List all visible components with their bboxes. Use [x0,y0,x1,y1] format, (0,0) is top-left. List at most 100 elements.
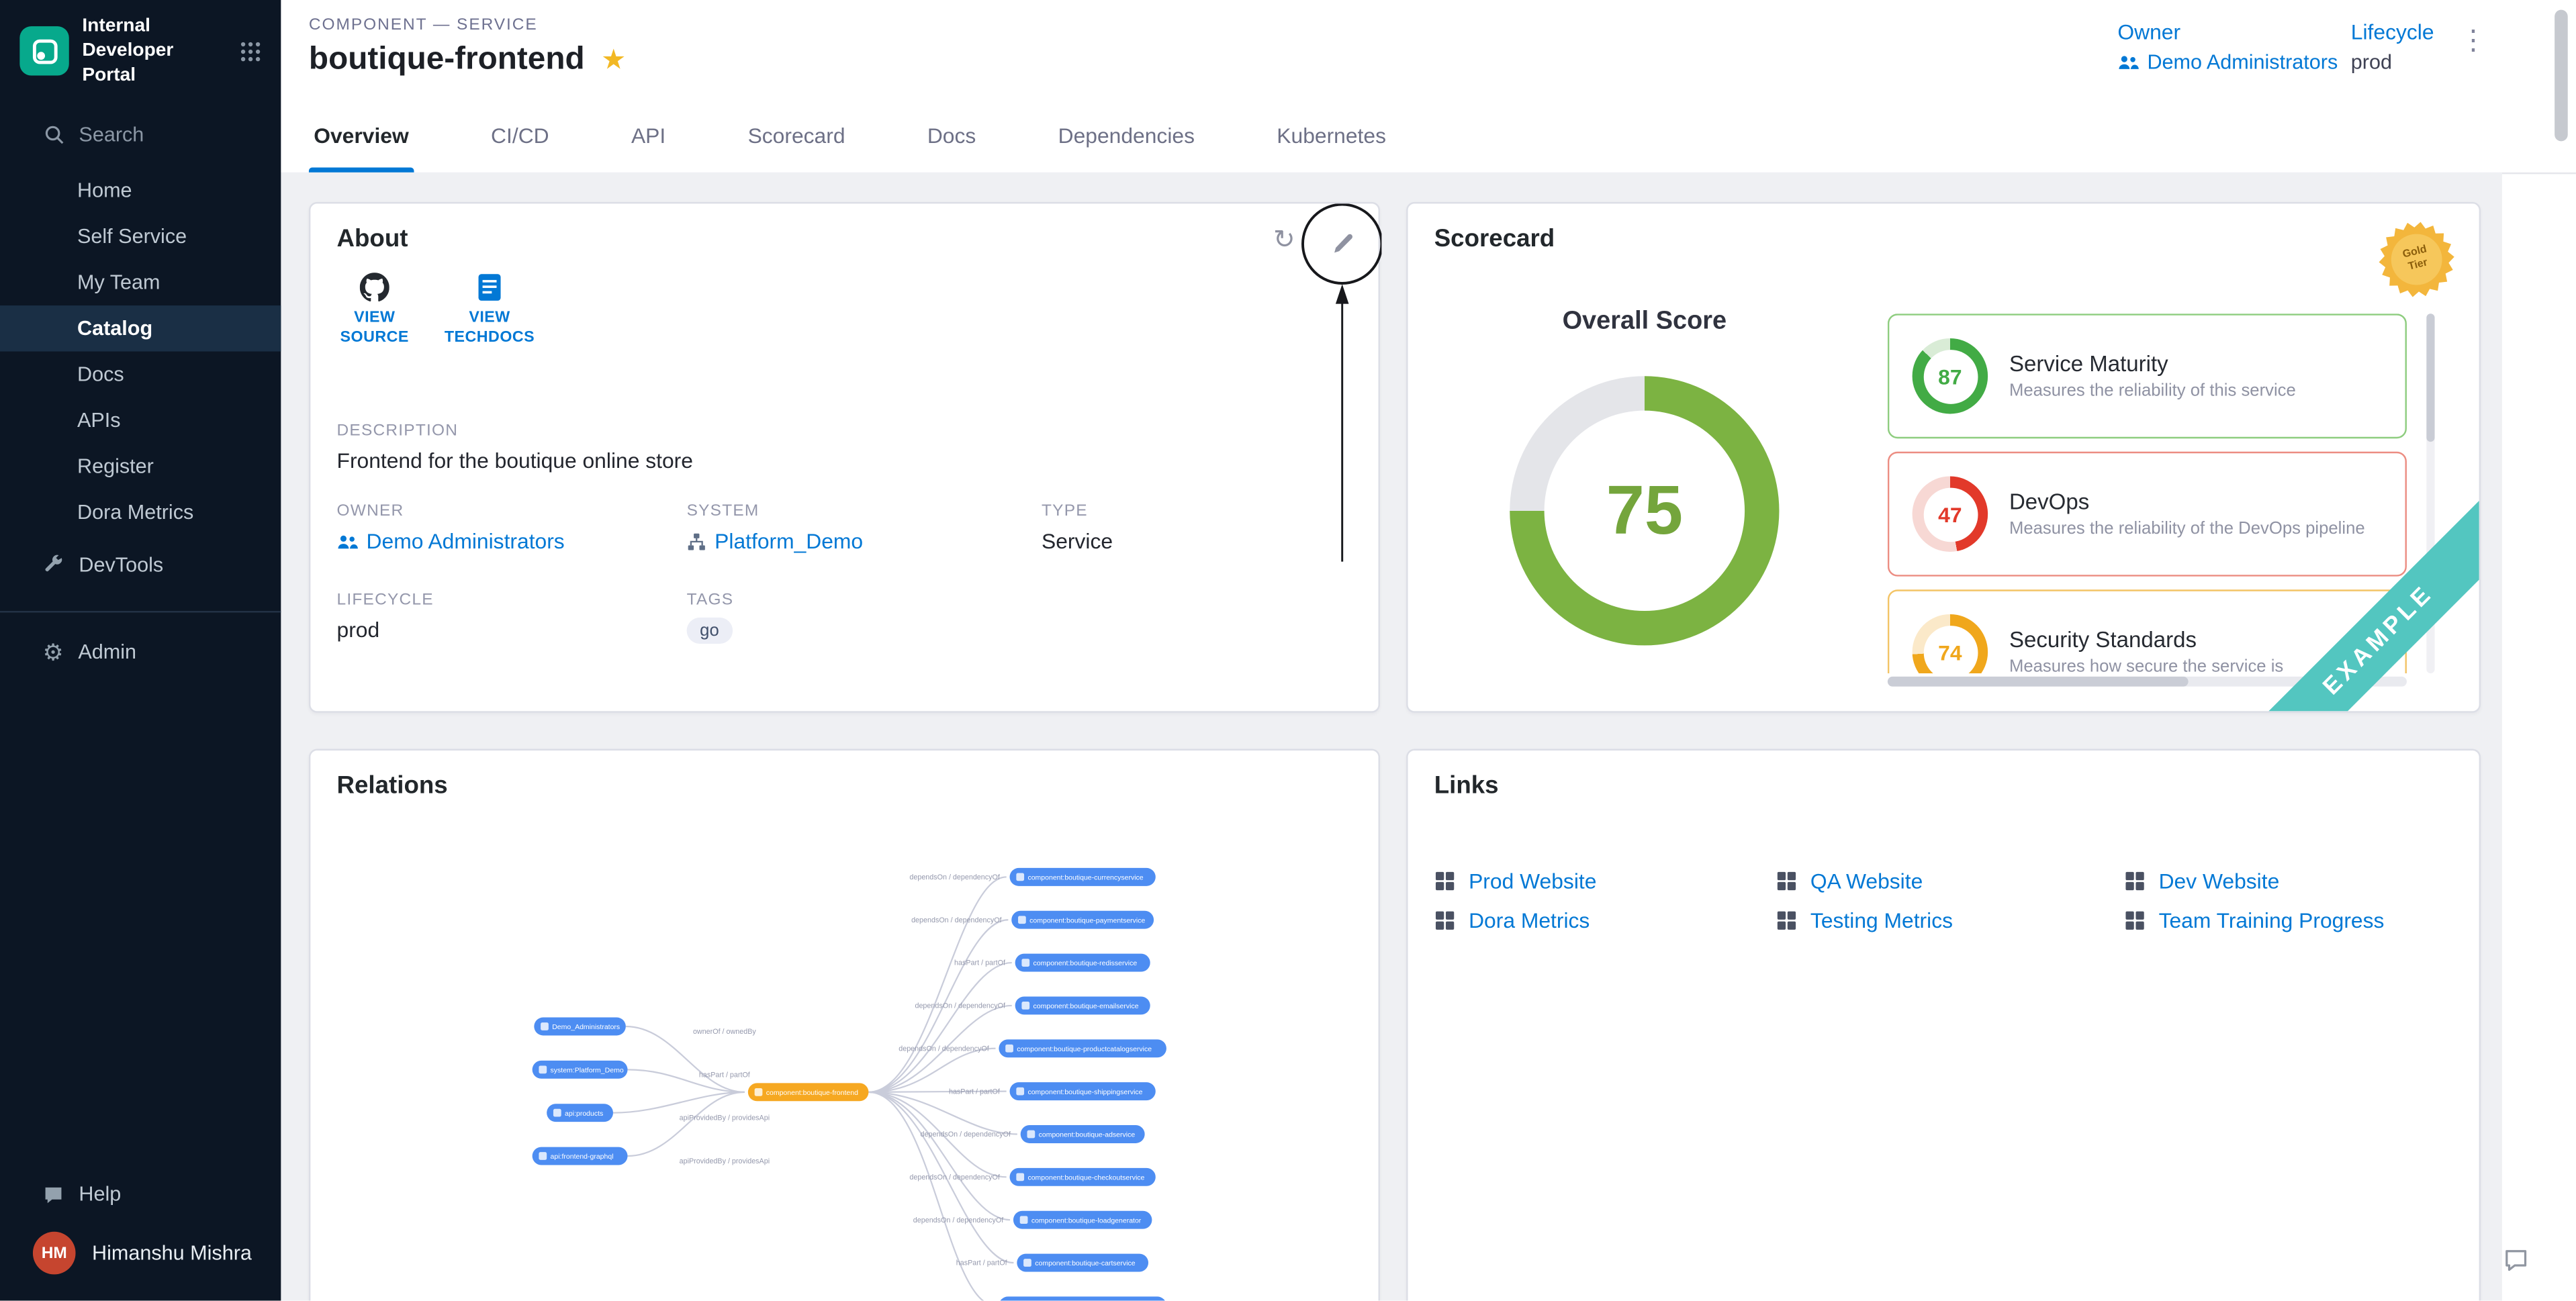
refresh-icon[interactable]: ↻ [1273,228,1295,254]
page-title: boutique-frontend [309,41,585,79]
grid-link-icon [2124,910,2146,931]
score-name: Service Maturity [2009,352,2296,377]
relation-node[interactable] [999,1296,1166,1300]
sidebar-item-apis[interactable]: APIs [0,397,281,443]
relation-node-label: component:boutique-paymentservice [1029,916,1145,924]
score-description: Measures the reliability of the DevOps p… [2009,519,2365,538]
view-source-label: VIEW SOURCE [324,309,426,348]
relation-edge-label: hasPart / partOf [954,959,1005,967]
apps-grid-icon[interactable] [236,38,265,66]
link-label[interactable]: Prod Website [1469,869,1596,894]
gold-tier-badge: Gold Tier [2371,213,2462,305]
relation-node-label: system:Platform_Demo [551,1066,624,1074]
sidebar-item-home[interactable]: Home [0,167,281,213]
sidebar-search[interactable]: Search [0,111,281,157]
link-testing-metrics[interactable]: Testing Metrics [1776,908,2125,933]
link-label[interactable]: Team Training Progress [2159,908,2385,933]
score-list: 87 Service Maturity Measures the reliabi… [1888,314,2407,673]
view-techdocs-button[interactable]: VIEW TECHDOCS [439,273,541,348]
about-owner-link[interactable]: Demo Administrators [367,529,565,554]
description-label: DESCRIPTION [337,422,459,440]
relation-node-label: component:boutique-emailservice [1033,1002,1139,1010]
favorite-star-icon[interactable]: ★ [601,44,626,77]
tab-docs[interactable]: Docs [923,99,981,173]
relation-edge-label: dependsOn / dependencyOf [909,1173,999,1182]
breadcrumb: COMPONENT — SERVICE [309,16,538,34]
sidebar-user[interactable]: HM Himanshu Mishra [0,1218,281,1288]
field-owner: OWNER Demo Administrators [337,503,687,554]
page-scrollbar[interactable] [2555,0,2568,1301]
app-title: Internal Developer Portal [82,15,220,89]
github-icon [360,273,389,302]
sidebar-help-label: Help [79,1182,121,1205]
score-description: Measures how secure the service is [2009,657,2283,673]
kebab-menu-icon[interactable]: ⋮ [2459,25,2487,58]
sidebar-item-self-service[interactable]: Self Service [0,213,281,259]
sidebar: Internal Developer Portal Search Home Se… [0,0,281,1301]
score-value: 47 [1938,501,1962,526]
scorecard-card: Scorecard Gold Tier Overall Score 75 [1406,202,2481,713]
description-value: Frontend for the boutique online store [337,448,693,473]
links-card: Links Prod Website QA Website Dev Websit… [1406,749,2481,1301]
relation-edge-label: dependsOn / dependencyOf [911,916,1001,924]
page-scrollbar-thumb[interactable] [2555,10,2568,142]
relation-node-label: component:boutique-cartservice [1035,1259,1136,1267]
field-lifecycle: LIFECYCLE prod [337,591,687,644]
score-value: 74 [1938,640,1962,665]
sidebar-item-register[interactable]: Register [0,443,281,489]
relation-edge-label: apiProvidedBy / providesApi [680,1114,770,1122]
sidebar-help[interactable]: Help [0,1173,281,1218]
link-team-training-progress[interactable]: Team Training Progress [2124,908,2384,933]
tab-api[interactable]: API [627,99,671,173]
system-schema-icon [687,531,706,550]
relation-node-label: api:products [565,1110,603,1118]
tag-chip[interactable]: go [687,618,733,644]
annotation-arrowhead [1336,284,1349,303]
header-owner-block: Owner Demo Administrators [2117,19,2338,74]
relation-edge-label: dependsOn / dependencyOf [915,1002,1005,1010]
app-root: Internal Developer Portal Search Home Se… [0,0,2576,1301]
sidebar-item-devtools[interactable]: DevTools [0,542,281,587]
score-item-service-maturity[interactable]: 87 Service Maturity Measures the reliabi… [1888,314,2407,438]
owner-link[interactable]: Demo Administrators [2147,51,2338,74]
link-prod-website[interactable]: Prod Website [1434,869,1776,894]
sidebar-item-devtools-label: DevTools [79,553,163,576]
relation-edge-label: apiProvidedBy / providesApi [680,1157,770,1165]
link-label[interactable]: Testing Metrics [1810,908,1953,933]
tab-scorecard[interactable]: Scorecard [743,99,850,173]
grid-link-icon [1776,910,1798,931]
link-qa-website[interactable]: QA Website [1776,869,2125,894]
view-source-button[interactable]: VIEW SOURCE [324,273,426,348]
score-ring: 74 [1913,614,1988,673]
sidebar-item-docs[interactable]: Docs [0,351,281,397]
relation-node-label: component:boutique-frontend [766,1089,858,1097]
score-ring: 47 [1913,476,1988,552]
tab-kubernetes[interactable]: Kubernetes [1272,99,1391,173]
sidebar-item-my-team[interactable]: My Team [0,259,281,305]
relation-edge-label: dependsOn / dependencyOf [921,1130,1011,1139]
relation-edge-label: dependsOn / dependencyOf [913,1216,1003,1224]
link-label[interactable]: Dev Website [2159,869,2280,894]
field-type: TYPE Service [1042,503,1339,554]
sidebar-item-catalog[interactable]: Catalog [0,305,281,351]
feedback-bubble-icon[interactable] [2502,1247,2530,1275]
tab-dependencies[interactable]: Dependencies [1053,99,1199,173]
field-type-label: TYPE [1042,503,1339,521]
app-logo[interactable] [19,27,68,76]
grid-link-icon [2124,871,2146,892]
link-dora-metrics[interactable]: Dora Metrics [1434,908,1776,933]
score-item-devops[interactable]: 47 DevOps Measures the reliability of th… [1888,452,2407,577]
sidebar-item-dora-metrics[interactable]: Dora Metrics [0,489,281,535]
edit-pencil-icon[interactable] [1331,232,1356,256]
sidebar-item-admin[interactable]: ⚙ Admin [0,629,281,675]
link-dev-website[interactable]: Dev Website [2124,869,2384,894]
about-system-link[interactable]: Platform_Demo [715,529,863,554]
user-name: Himanshu Mishra [92,1241,252,1264]
tab-cicd[interactable]: CI/CD [486,99,554,173]
link-label[interactable]: QA Website [1810,869,1923,894]
tab-overview[interactable]: Overview [309,99,414,173]
relation-edge-label: hasPart / partOf [956,1259,1007,1267]
owner-label: Owner [2117,19,2338,44]
help-chat-icon [43,1184,64,1205]
link-label[interactable]: Dora Metrics [1469,908,1590,933]
